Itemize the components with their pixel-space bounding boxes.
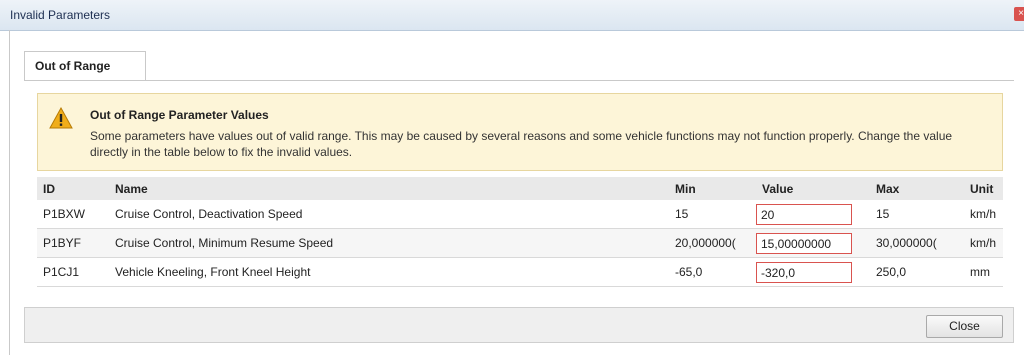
cell-max: 250,0 [870,257,964,287]
warning-message: Some parameters have values out of valid… [90,129,953,159]
value-input[interactable]: 15,00000000 [756,232,852,254]
tab-label: Out of Range [35,59,111,73]
warning-icon [49,107,73,129]
cell-max: 15 [870,200,964,229]
cell-unit: km/h [964,200,1003,229]
cell-max: 30,000000( [870,228,964,258]
header-min[interactable]: Min [669,177,756,200]
table-row[interactable]: P1BYF Cruise Control, Minimum Resume Spe… [37,228,1003,258]
dialog-footer: Close [24,307,1014,343]
header-name[interactable]: Name [109,177,669,200]
cell-value: -320,0 [756,257,870,287]
header-value[interactable]: Value [756,177,870,200]
tab-out-of-range[interactable]: Out of Range [24,51,146,81]
cell-unit: km/h [964,228,1003,258]
warning-panel: Out of Range Parameter Values Some param… [37,93,1003,171]
tab-divider [24,80,1014,81]
cell-unit: mm [964,257,1003,287]
cell-min: 20,000000( [669,228,756,258]
header-id[interactable]: ID [37,177,109,200]
cell-id: P1BYF [37,228,109,258]
window-close-icon[interactable]: × [1014,7,1024,21]
close-button[interactable]: Close [926,315,1003,338]
cell-id: P1BXW [37,200,109,229]
warning-title: Out of Range Parameter Values [90,108,269,122]
cell-name: Vehicle Kneeling, Front Kneel Height [109,257,669,287]
cell-min: -65,0 [669,257,756,287]
cell-name: Cruise Control, Deactivation Speed [109,200,669,229]
cell-min: 15 [669,200,756,229]
cell-id: P1CJ1 [37,257,109,287]
cell-value: 20 [756,200,870,229]
parameters-table: ID Name Min Value Max Unit P1BXW Cruise … [37,177,1003,287]
value-input[interactable]: -320,0 [756,261,852,283]
cell-value: 15,00000000 [756,228,870,258]
cell-name: Cruise Control, Minimum Resume Speed [109,228,669,258]
table-header-row: ID Name Min Value Max Unit [37,177,1003,200]
table-row[interactable]: P1CJ1 Vehicle Kneeling, Front Kneel Heig… [37,257,1003,287]
value-input[interactable]: 20 [756,203,852,225]
header-max[interactable]: Max [870,177,964,200]
header-unit[interactable]: Unit [964,177,1003,200]
title-bar: Invalid Parameters × [0,0,1024,31]
table-row[interactable]: P1BXW Cruise Control, Deactivation Speed… [37,200,1003,229]
window-title: Invalid Parameters [10,8,111,22]
